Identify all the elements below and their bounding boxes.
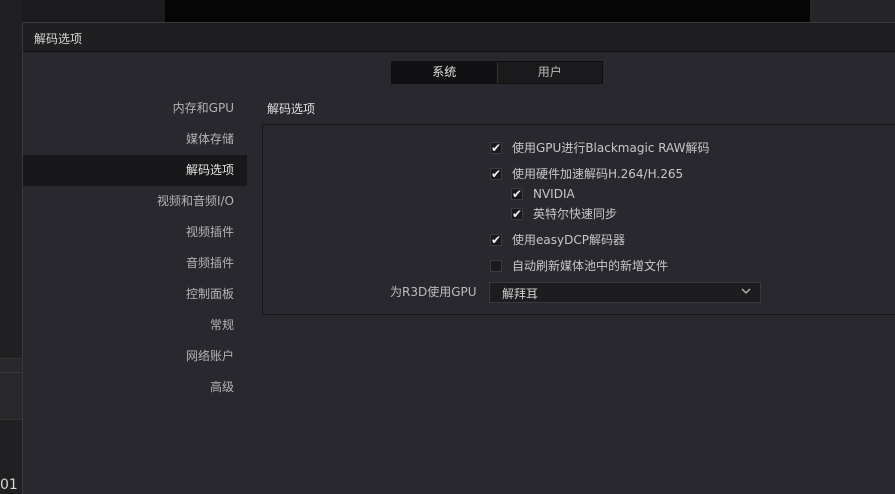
option-intel-quick-sync-label: 英特尔快速同步 [533,207,618,221]
option-easydcp[interactable]: ✔ 使用easyDCP解码器 [490,231,625,248]
decode-options-panel: ✔ 使用GPU进行Blackmagic RAW解码 ✔ 使用硬件加速解码H.26… [262,124,895,315]
sidebar-item-decode-options[interactable]: 解码选项 [23,155,247,186]
option-nvidia[interactable]: ✔ NVIDIA [511,187,575,201]
sidebar-item-general[interactable]: 常规 [23,310,247,341]
background-timecode-fragment: 01 [0,477,18,493]
checkbox-nvidia[interactable]: ✔ [511,188,523,200]
background-viewer [165,0,810,22]
option-intel-quick-sync[interactable]: ✔ 英特尔快速同步 [511,205,617,222]
option-nvidia-label: NVIDIA [533,187,575,201]
sidebar-item-memory-gpu[interactable]: 内存和GPU [23,93,247,124]
checkbox-auto-refresh[interactable] [490,259,502,272]
option-auto-refresh-label: 自动刷新媒体池中的新增文件 [512,259,669,273]
tab-system[interactable]: 系统 [392,62,498,83]
option-hw-decode[interactable]: ✔ 使用硬件加速解码H.264/H.265 [490,165,683,182]
sidebar-item-video-audio-io[interactable]: 视频和音频I/O [23,186,247,217]
background-top-right-panel [810,0,895,22]
sidebar-item-audio-plugins[interactable]: 音频插件 [23,248,247,279]
sidebar-item-internet-accounts[interactable]: 网络账户 [23,341,247,372]
checkbox-gpu-braw[interactable]: ✔ [490,141,502,154]
background-divider [0,372,22,373]
dialog-title: 解码选项 [34,32,83,46]
option-hw-decode-label: 使用硬件加速解码H.264/H.265 [512,167,684,181]
dialog-titlebar: 解码选项 [23,23,895,52]
sidebar-item-control-panels[interactable]: 控制面板 [23,279,247,310]
section-title: 解码选项 [267,102,316,116]
option-auto-refresh[interactable]: 自动刷新媒体池中的新增文件 [490,257,668,274]
sidebar-item-video-plugins[interactable]: 视频插件 [23,217,247,248]
option-easydcp-label: 使用easyDCP解码器 [512,233,625,247]
tab-user[interactable]: 用户 [498,62,603,83]
r3d-gpu-value: 解拜耳 [502,287,539,301]
r3d-gpu-select[interactable]: 解拜耳 [489,282,761,303]
background-toolbar-band [0,358,22,420]
option-gpu-braw-label: 使用GPU进行Blackmagic RAW解码 [512,141,710,155]
option-gpu-braw[interactable]: ✔ 使用GPU进行Blackmagic RAW解码 [490,139,709,156]
checkbox-hw-decode[interactable]: ✔ [490,167,502,180]
sidebar-item-media-storage[interactable]: 媒体存储 [23,124,247,155]
sidebar-item-advanced[interactable]: 高级 [23,372,247,403]
r3d-gpu-label: 为R3D使用GPU [390,285,477,299]
scope-tabs: 系统 用户 [391,61,603,84]
checkbox-easydcp[interactable]: ✔ [490,233,502,246]
chevron-down-icon [741,284,751,301]
decode-options-dialog: 解码选项 系统 用户 内存和GPU 媒体存储 解码选项 视频和音频I/O 视频插… [22,22,895,494]
checkbox-intel-quick-sync[interactable]: ✔ [511,207,523,220]
settings-sidebar: 内存和GPU 媒体存储 解码选项 视频和音频I/O 视频插件 音频插件 控制面板… [23,93,247,403]
